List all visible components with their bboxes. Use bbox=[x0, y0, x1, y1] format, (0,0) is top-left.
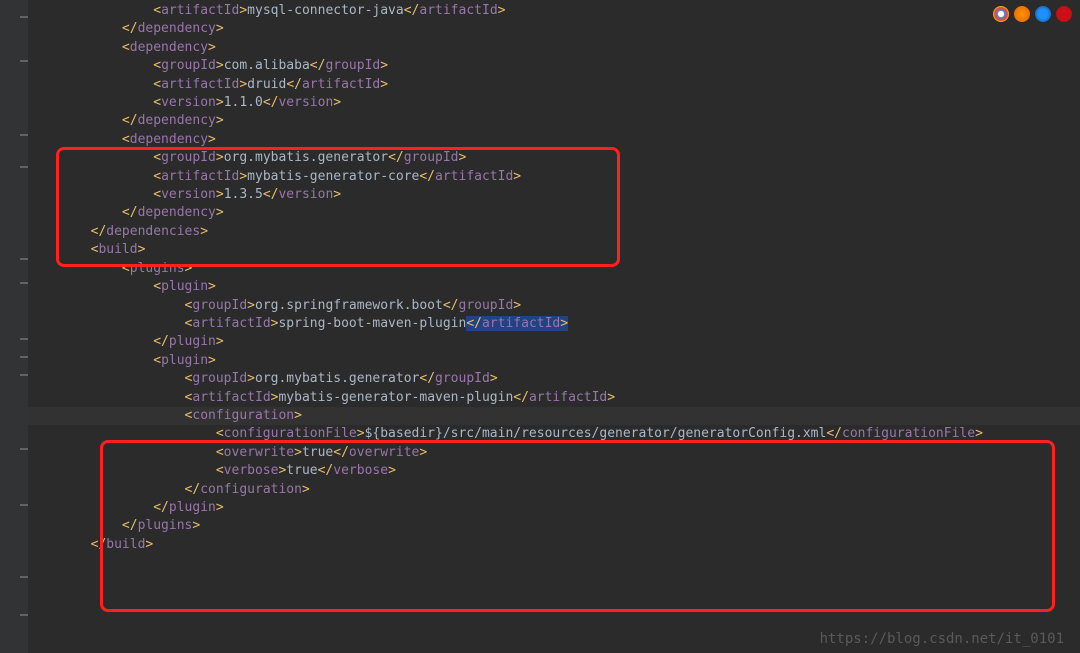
code-line[interactable]: <configurationFile>${basedir}/src/main/r… bbox=[28, 425, 1080, 443]
code-line[interactable]: <overwrite>true</overwrite> bbox=[28, 444, 1080, 462]
fold-marker-icon[interactable] bbox=[20, 60, 28, 62]
fold-marker-icon[interactable] bbox=[20, 338, 28, 340]
fold-marker-icon[interactable] bbox=[20, 282, 28, 284]
code-line[interactable]: <artifactId>druid</artifactId> bbox=[28, 76, 1080, 94]
code-line[interactable]: </plugin> bbox=[28, 333, 1080, 351]
fold-marker-icon[interactable] bbox=[20, 258, 28, 260]
editor-gutter bbox=[0, 0, 28, 653]
code-editor[interactable]: <artifactId>mysql-connector-java</artifa… bbox=[28, 0, 1080, 653]
code-line[interactable]: <build> bbox=[28, 241, 1080, 259]
code-line[interactable]: </dependency> bbox=[28, 112, 1080, 130]
code-line[interactable]: <version>1.1.0</version> bbox=[28, 94, 1080, 112]
code-line[interactable]: </plugin> bbox=[28, 499, 1080, 517]
fold-marker-icon[interactable] bbox=[20, 134, 28, 136]
fold-marker-icon[interactable] bbox=[20, 614, 28, 616]
fold-marker-icon[interactable] bbox=[20, 166, 28, 168]
code-line[interactable]: <artifactId>mybatis-generator-core</arti… bbox=[28, 168, 1080, 186]
code-line[interactable]: </plugins> bbox=[28, 517, 1080, 535]
fold-marker-icon[interactable] bbox=[20, 374, 28, 376]
watermark: https://blog.csdn.net/it_0101 bbox=[820, 631, 1064, 647]
code-line[interactable]: <dependency> bbox=[28, 131, 1080, 149]
code-line[interactable]: <groupId>org.springframework.boot</group… bbox=[28, 297, 1080, 315]
code-line[interactable]: <dependency> bbox=[28, 39, 1080, 57]
code-line[interactable]: </configuration> bbox=[28, 481, 1080, 499]
code-line[interactable]: <configuration> bbox=[28, 407, 1080, 425]
fold-marker-icon[interactable] bbox=[20, 16, 28, 18]
code-line[interactable]: <artifactId>mybatis-generator-maven-plug… bbox=[28, 389, 1080, 407]
code-line[interactable]: <groupId>org.mybatis.generator</groupId> bbox=[28, 370, 1080, 388]
safari-icon[interactable] bbox=[1035, 6, 1051, 22]
code-line[interactable]: <artifactId>mysql-connector-java</artifa… bbox=[28, 2, 1080, 20]
code-line[interactable]: </build> bbox=[28, 536, 1080, 554]
fold-marker-icon[interactable] bbox=[20, 576, 28, 578]
code-line[interactable]: </dependencies> bbox=[28, 223, 1080, 241]
fold-marker-icon[interactable] bbox=[20, 448, 28, 450]
fold-marker-icon[interactable] bbox=[20, 356, 28, 358]
opera-icon[interactable] bbox=[1056, 6, 1072, 22]
code-line[interactable]: <plugins> bbox=[28, 260, 1080, 278]
browser-toolbar bbox=[993, 6, 1072, 22]
code-line[interactable]: <plugin> bbox=[28, 352, 1080, 370]
code-line[interactable]: <plugin> bbox=[28, 278, 1080, 296]
code-line[interactable]: <verbose>true</verbose> bbox=[28, 462, 1080, 480]
code-line[interactable]: <artifactId>spring-boot-maven-plugin</ar… bbox=[28, 315, 1080, 333]
firefox-icon[interactable] bbox=[1014, 6, 1030, 22]
code-line[interactable]: <version>1.3.5</version> bbox=[28, 186, 1080, 204]
code-line[interactable]: <groupId>org.mybatis.generator</groupId> bbox=[28, 149, 1080, 167]
fold-marker-icon[interactable] bbox=[20, 504, 28, 506]
code-line[interactable]: </dependency> bbox=[28, 204, 1080, 222]
code-line[interactable]: <groupId>com.alibaba</groupId> bbox=[28, 57, 1080, 75]
code-line[interactable]: </dependency> bbox=[28, 20, 1080, 38]
chrome-icon[interactable] bbox=[993, 6, 1009, 22]
